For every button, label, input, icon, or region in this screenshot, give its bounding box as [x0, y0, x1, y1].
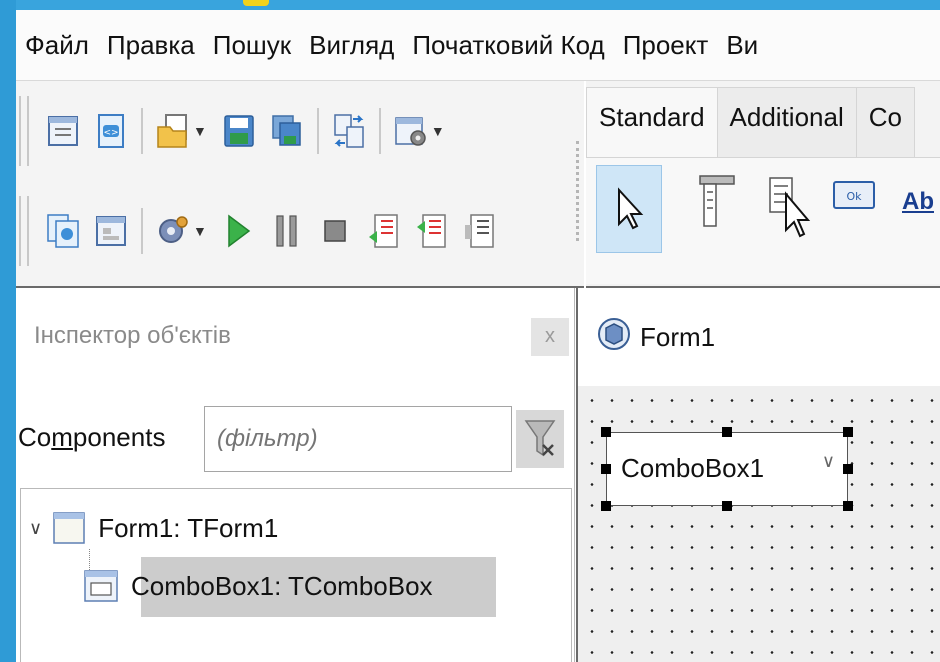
form-designer: Form1 ComboBox1 ∨	[576, 288, 940, 662]
toolbar-separator	[378, 108, 381, 154]
new-file-icon[interactable]	[155, 112, 191, 150]
view-forms-icon[interactable]: <>	[93, 112, 129, 150]
resize-handle[interactable]	[843, 501, 853, 511]
design-grid[interactable]	[578, 386, 940, 662]
resize-handle[interactable]	[601, 501, 611, 511]
menu-run-partial[interactable]: Ви	[717, 10, 767, 80]
pause-icon[interactable]	[269, 212, 305, 250]
resize-handle[interactable]	[601, 427, 611, 437]
form-title-bar: Form1	[578, 288, 940, 386]
toolbar-dock-splitter[interactable]	[576, 141, 582, 241]
filter-input[interactable]	[204, 406, 512, 472]
resize-handle[interactable]	[722, 501, 732, 511]
tab-common-controls[interactable]: Co	[855, 87, 915, 158]
toolbar-grip[interactable]	[19, 196, 29, 266]
dropdown-arrow-icon[interactable]: ▼	[431, 123, 445, 139]
toggle-form-unit-icon[interactable]	[331, 112, 367, 150]
step-out-icon[interactable]	[461, 212, 497, 250]
svg-text:Ok: Ok	[846, 190, 862, 203]
combobox-control[interactable]: ComboBox1 ∨	[606, 432, 848, 506]
tab-standard[interactable]: Standard	[586, 87, 718, 166]
tree-item-combobox1[interactable]: ComboBox1: TComboBox	[83, 557, 433, 615]
dropdown-arrow-icon[interactable]: ▼	[193, 123, 207, 139]
resize-handle[interactable]	[843, 427, 853, 437]
form-title: Form1	[640, 322, 716, 352]
toolbar-separator	[141, 108, 143, 154]
save-all-icon[interactable]	[269, 112, 305, 150]
selection-tool[interactable]	[596, 165, 662, 253]
step-into-icon[interactable]	[365, 212, 401, 250]
accent-mark	[243, 0, 269, 6]
toolbar: <> ▼ ▼ ▼	[16, 81, 584, 288]
combobox-icon	[84, 570, 118, 602]
components-label: Components	[18, 422, 166, 452]
add-to-project-icon[interactable]	[45, 212, 81, 250]
ide-window: Файл Правка Пошук Вигляд Початковий Код …	[16, 10, 940, 662]
menu-view[interactable]: Вигляд	[300, 10, 403, 80]
menu-bar: Файл Правка Пошук Вигляд Початковий Код …	[16, 10, 940, 81]
view-units-icon[interactable]	[45, 112, 81, 150]
toolbar-row-1: <> ▼ ▼	[16, 81, 584, 181]
resize-handle[interactable]	[722, 427, 732, 437]
tree-item-form1[interactable]: ∨ Form1: TForm1	[29, 501, 278, 555]
dropdown-arrow-icon[interactable]: ▼	[193, 223, 207, 239]
menu-search[interactable]: Пошук	[204, 10, 300, 80]
menu-project[interactable]: Проект	[614, 10, 718, 80]
lazarus-form-icon	[598, 318, 630, 350]
chevron-down-icon[interactable]: ∨	[29, 518, 42, 539]
tmainmenu-icon[interactable]	[696, 172, 736, 237]
toolbar-separator	[141, 208, 143, 254]
tab-additional[interactable]: Additional	[716, 87, 857, 158]
chevron-down-icon[interactable]: ∨	[822, 451, 835, 472]
inspector-title: Інспектор об'єктів	[34, 322, 231, 349]
step-over-icon[interactable]	[413, 212, 449, 250]
view-form-icon[interactable]	[93, 212, 129, 250]
build-mode-icon[interactable]	[155, 212, 191, 250]
slide-frame-top	[0, 0, 940, 10]
stop-icon[interactable]	[317, 212, 353, 250]
tbutton-icon[interactable]: Ok	[832, 180, 876, 215]
menu-edit[interactable]: Правка	[98, 10, 204, 80]
resize-handle[interactable]	[601, 464, 611, 474]
svg-text:<>: <>	[103, 128, 118, 138]
tpopupmenu-icon[interactable]	[766, 172, 816, 247]
menu-source[interactable]: Початковий Код	[403, 10, 613, 80]
run-icon[interactable]	[221, 212, 257, 250]
tree-item-label: ComboBox1: TComboBox	[131, 570, 433, 601]
close-button[interactable]: x	[531, 318, 569, 356]
combobox-text: ComboBox1	[621, 453, 765, 483]
toolbar-separator	[316, 108, 319, 154]
clear-filter-button[interactable]	[516, 410, 564, 468]
resize-handle[interactable]	[843, 464, 853, 474]
slide-frame-left	[0, 0, 16, 662]
object-inspector: Інспектор об'єктів x Components ∨ Form1:…	[16, 288, 575, 662]
save-icon[interactable]	[221, 112, 257, 150]
component-palette: Standard Additional Co Ok Ab	[586, 81, 940, 288]
toolbar-grip[interactable]	[19, 96, 29, 166]
tree-item-label: Form1: TForm1	[98, 512, 279, 543]
funnel-clear-icon	[524, 420, 556, 457]
palette-body: Ok Ab	[586, 157, 940, 284]
menu-file[interactable]: Файл	[16, 10, 98, 80]
palette-tabs: Standard Additional Co	[586, 87, 915, 166]
form-icon	[53, 512, 85, 544]
component-tree: ∨ Form1: TForm1 ComboBox1: TComboBox	[20, 488, 572, 662]
tlabel-icon[interactable]: Ab	[902, 188, 934, 216]
toolbar-row-2: ▼	[16, 181, 584, 281]
project-options-icon[interactable]	[393, 112, 429, 150]
